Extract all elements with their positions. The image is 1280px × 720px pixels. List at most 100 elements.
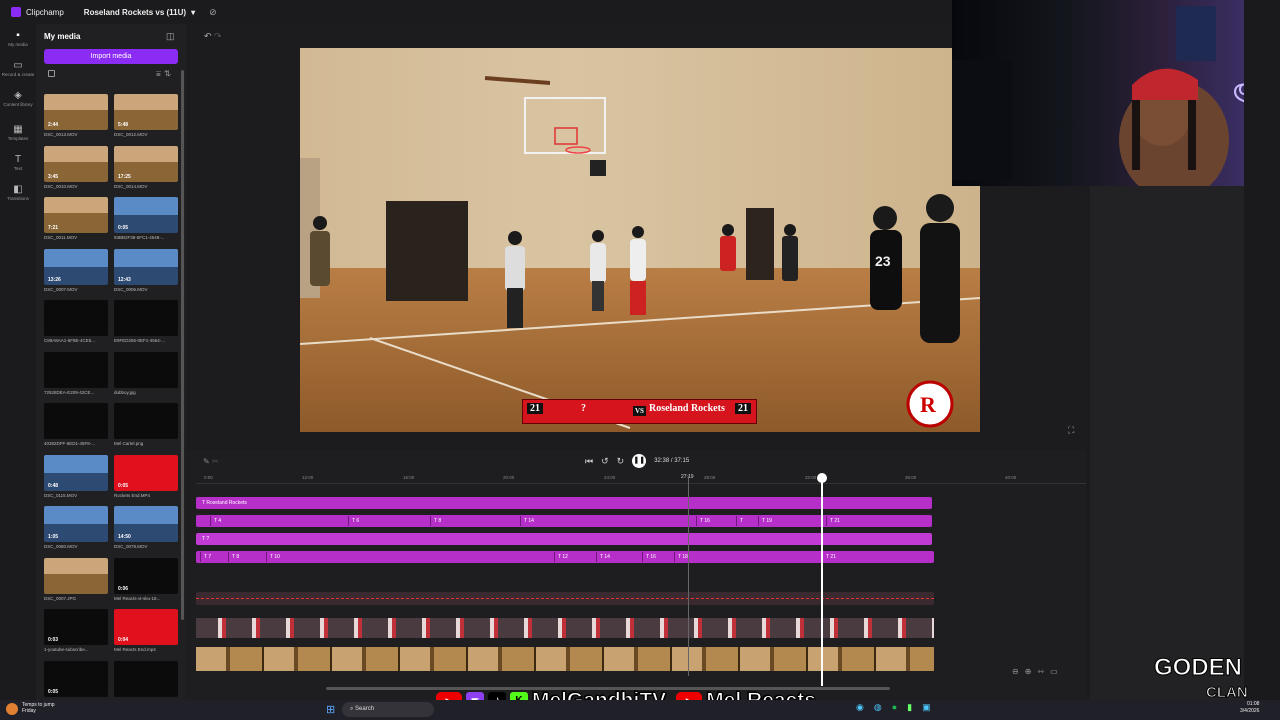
text-track-4[interactable]: T 7 T 8 T 10 T 12 T 14 T 16 T 18 T 21 [196, 551, 934, 563]
media-thumbnail[interactable]: 7:21 [44, 197, 108, 233]
audio-waveform [196, 598, 934, 599]
text-clip[interactable]: T 14 [524, 515, 534, 527]
svg-text:ৎ: ৎ [1232, 74, 1244, 120]
rail-record-create[interactable]: ▭ Record & create [0, 60, 36, 77]
zoom-in-icon[interactable]: ⊕ [1025, 667, 1038, 676]
text-clip[interactable]: T 12 [558, 551, 568, 563]
media-thumbnail[interactable] [114, 300, 178, 336]
media-thumbnail[interactable]: 12:43 [114, 248, 178, 285]
pause-button[interactable]: ❚❚ [632, 454, 647, 468]
filter-sort-icons[interactable]: ⩸⇅ [156, 69, 174, 79]
text-clip[interactable]: T 21 [826, 551, 836, 563]
text-clip[interactable]: T [740, 515, 743, 527]
media-thumbnail[interactable]: 1:05 [44, 506, 108, 542]
rail-transitions[interactable]: ◧ Transitions [0, 184, 36, 201]
clip-divider [596, 552, 597, 562]
media-thumbnail[interactable]: 0:05 [114, 197, 178, 233]
media-thumbnail[interactable]: 17:25 [114, 145, 178, 182]
text-clip[interactable]: T 18 [678, 551, 688, 563]
media-thumbnail[interactable] [44, 557, 108, 594]
vs-label: VS [633, 406, 646, 416]
media-thumbnail[interactable] [44, 300, 108, 336]
title-clip[interactable]: T Roseland Rockets [202, 497, 247, 509]
media-thumbnail[interactable]: 5:48 [114, 94, 178, 130]
media-thumbnail[interactable]: 0:06 [114, 557, 178, 594]
sync-off-icon[interactable]: ⊘ [209, 7, 217, 18]
undo-icon[interactable]: ↶ ↷ [204, 31, 222, 42]
taskbar-clock[interactable]: 01:08 3/4/2026 [1240, 700, 1259, 715]
playhead[interactable] [821, 474, 823, 686]
media-thumbnail[interactable]: 14:50 [114, 506, 178, 542]
media-duration: 2:44 [48, 122, 59, 128]
text-clip[interactable]: T ? [202, 533, 209, 545]
clip-divider [642, 552, 643, 562]
zoom-controls[interactable]: ⊖⊕⇿▭ [1012, 667, 1064, 676]
media-filename: DSC_0011.MOV [44, 235, 78, 240]
text-clip[interactable]: T 19 [762, 515, 772, 527]
media-duration: 0:03 [48, 637, 59, 643]
media-thumbnail[interactable] [114, 660, 178, 697]
video-preview[interactable]: 23 R 21 ? VS Roseland Rockets 21 [300, 48, 980, 432]
zoom-out-icon[interactable]: ⊖ [1012, 667, 1025, 676]
media-panel: My media ◫ Import media ⩸⇅ 2:44 DSC_0013.… [36, 24, 186, 700]
text-clip[interactable]: T 10 [270, 551, 280, 563]
forward-icon[interactable]: ↻ [617, 456, 625, 467]
media-scrollbar[interactable] [181, 70, 184, 620]
text-icon: T [14, 154, 22, 165]
rail-my-media[interactable]: ▪ My media [0, 30, 36, 47]
rewind-icon[interactable]: ↺ [601, 456, 609, 467]
media-thumbnail[interactable]: 0:05 [44, 660, 108, 697]
project-name-dropdown[interactable]: Roseland Rockets vs (11U) ▾ [84, 8, 195, 17]
timeline-ruler[interactable]: 0:00 12:00 16:00 20:00 24:00 28:00 32:00 36:00 4… [196, 470, 1086, 484]
media-thumbnail[interactable] [114, 351, 178, 388]
app-icon[interactable]: ▮ [907, 702, 922, 712]
video-track[interactable] [196, 647, 934, 671]
media-thumbnail[interactable]: 2:44 [44, 94, 108, 130]
select-all-checkbox[interactable] [48, 70, 55, 77]
media-thumbnail[interactable]: 3:45 [44, 145, 108, 182]
media-thumbnail[interactable]: 0:05 [114, 454, 178, 491]
media-thumbnail[interactable] [114, 403, 178, 439]
streamer-webcam: ৎ [952, 6, 1253, 200]
spotify-icon[interactable]: ● [892, 702, 907, 712]
skip-back-icon[interactable]: ⏮ [585, 456, 593, 467]
weather-icon[interactable] [6, 703, 18, 715]
logo-overlay-track[interactable] [196, 618, 934, 638]
text-clip[interactable]: T 8 [232, 551, 239, 563]
text-clip[interactable]: T 7 [204, 551, 211, 563]
clip-divider [266, 552, 267, 562]
weather-widget[interactable]: Temps to jump Friday [22, 700, 55, 714]
timeline-tools[interactable]: ✎ ✂ [203, 457, 219, 466]
text-clip[interactable]: T 16 [646, 551, 656, 563]
windows-start-icon[interactable]: ⊞ [326, 703, 335, 716]
collapse-panel-icon[interactable]: ◫ [166, 31, 175, 42]
fit-icon[interactable]: ⇿ [1037, 667, 1050, 676]
edge-icon[interactable]: ◍ [874, 702, 892, 712]
rail-text[interactable]: T Text [0, 154, 36, 171]
store-icon[interactable]: ▣ [922, 702, 941, 712]
taskbar-search[interactable]: ⌕ Search [342, 702, 434, 717]
panel-icon[interactable]: ▭ [1050, 667, 1064, 676]
rail-templates[interactable]: ▦ Templates [0, 124, 36, 141]
text-clip[interactable]: T 21 [830, 515, 840, 527]
text-clip[interactable]: T 14 [600, 551, 610, 563]
media-thumbnail[interactable] [44, 351, 108, 388]
rail-content-library[interactable]: ◈ Content library [0, 90, 36, 107]
media-thumbnail[interactable]: 0:48 [44, 454, 108, 491]
media-thumbnail[interactable]: 0:03 [44, 609, 108, 645]
text-clip[interactable]: T 6 [352, 515, 359, 527]
media-thumbnail[interactable]: 0:04 [114, 609, 178, 645]
media-thumbnail[interactable]: 13:26 [44, 248, 108, 285]
text-clip[interactable]: T 8 [434, 515, 441, 527]
media-filename: Mel Reacts End.mp4 [114, 647, 156, 652]
import-media-button[interactable]: Import media [44, 49, 178, 64]
media-duration: 0:04 [118, 637, 129, 643]
text-clip[interactable]: T 4 [214, 515, 221, 527]
media-thumbnail[interactable] [44, 403, 108, 439]
chrome-icon[interactable]: ◉ [856, 702, 874, 712]
fullscreen-icon[interactable]: ⛶ [1068, 425, 1074, 436]
taskbar-apps[interactable]: ◉◍●▮▣ [856, 702, 941, 713]
playhead-handle[interactable] [817, 473, 827, 483]
text-clip[interactable]: T 16 [700, 515, 710, 527]
audio-track[interactable] [196, 592, 934, 605]
